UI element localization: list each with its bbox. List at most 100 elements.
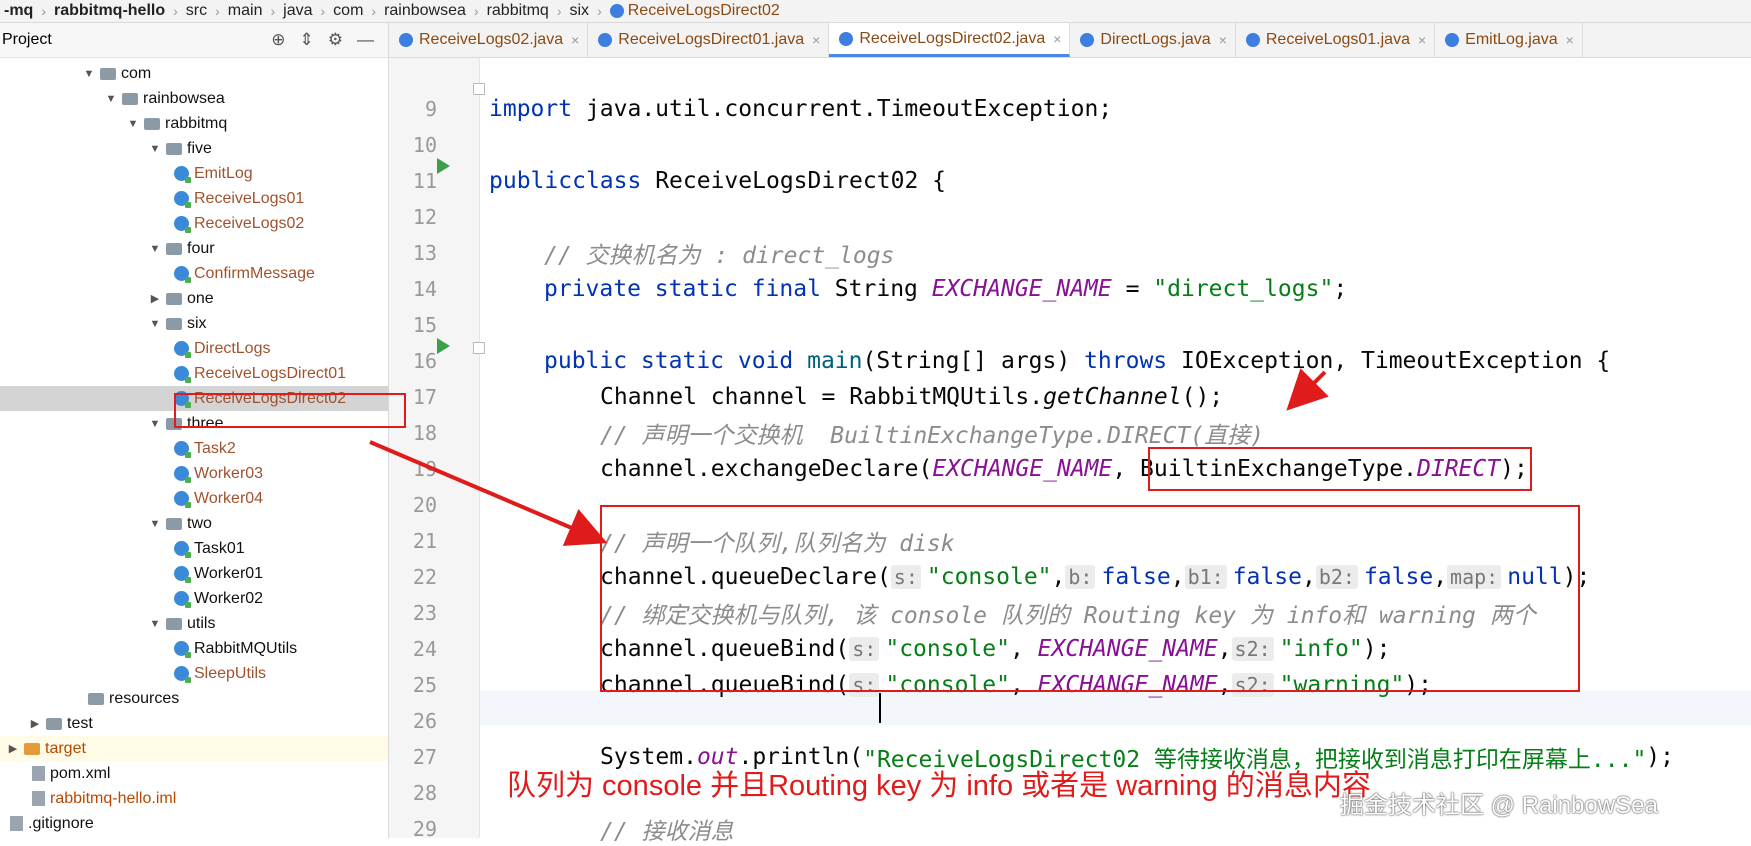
tree-folder[interactable]: ▼ two (0, 511, 388, 536)
tree-item[interactable]: DirectLogs (0, 336, 388, 361)
chevron-down-icon[interactable]: ▼ (148, 618, 162, 630)
tree-folder[interactable]: ▼ utils (0, 611, 388, 636)
tree-item-label: Worker04 (194, 489, 264, 507)
breadcrumb-item[interactable]: main (224, 2, 267, 20)
tree-item[interactable]: Task2 (0, 436, 388, 461)
java-class-icon (174, 466, 191, 483)
chevron-down-icon[interactable]: ▼ (82, 68, 96, 80)
tree-item[interactable]: Worker02 (0, 586, 388, 611)
tree-folder[interactable]: ▼ rainbowsea (0, 86, 388, 111)
code-line-16: public static void main (String[] args) t… (544, 348, 1611, 374)
code-editor[interactable]: 9 10 11 12 13 14 15 16 17 18 19 20 21 22 23 24 25 26 27 28 2… (389, 58, 1751, 845)
breadcrumb-item[interactable]: six (566, 2, 594, 20)
java-class-icon (174, 341, 191, 358)
chevron-right-icon: › (320, 3, 326, 19)
tree-item-label: two (187, 514, 212, 532)
close-icon[interactable]: × (571, 32, 579, 48)
fold-icon[interactable] (473, 342, 485, 354)
breadcrumb-item[interactable]: java (279, 2, 316, 20)
breadcrumb-item[interactable]: com (329, 2, 367, 20)
line-number: 29 (412, 817, 437, 841)
tree-item[interactable]: ReceiveLogsDirect01 (0, 361, 388, 386)
tab-emitlog[interactable]: EmitLog.java × (1435, 23, 1583, 57)
tree-folder[interactable]: ▶ test (0, 711, 388, 736)
tree-item-label: ConfirmMessage (194, 264, 315, 282)
run-icon[interactable] (437, 158, 450, 174)
fold-icon[interactable] (473, 83, 485, 95)
breadcrumb-item[interactable]: src (182, 2, 211, 20)
tree-folder[interactable]: resources (0, 686, 388, 711)
gear-icon[interactable]: ⚙ (328, 30, 343, 50)
chevron-down-icon[interactable]: ▼ (126, 118, 140, 130)
chevron-right-icon[interactable]: ▶ (28, 717, 42, 730)
close-icon[interactable]: × (1053, 31, 1061, 47)
folder-icon (24, 742, 40, 755)
locate-icon[interactable]: ⊕ (271, 30, 285, 50)
folder-icon (88, 692, 104, 705)
chevron-down-icon[interactable]: ▼ (148, 143, 162, 155)
chevron-down-icon[interactable]: ▼ (148, 318, 162, 330)
tab-receivelogsdirect02[interactable]: ReceiveLogsDirect02.java × (829, 23, 1071, 57)
tree-item[interactable]: .gitignore (0, 811, 388, 836)
chevron-right-icon: › (41, 3, 46, 19)
code-line-14: private static final String EXCHANGE_NAM… (544, 276, 1348, 302)
chevron-down-icon[interactable]: ▼ (148, 418, 162, 430)
tree-item[interactable]: ConfirmMessage (0, 261, 388, 286)
tab-label: ReceiveLogs01.java (1265, 31, 1410, 48)
tab-label: ReceiveLogsDirect02.java (859, 29, 1046, 47)
run-icon[interactable] (437, 338, 450, 354)
project-panel-title[interactable]: Project (0, 31, 52, 49)
chevron-right-icon[interactable]: ▶ (148, 292, 162, 305)
tab-label: ReceiveLogsDirect01.java (618, 31, 805, 48)
tab-directlogs[interactable]: DirectLogs.java × (1070, 23, 1236, 57)
tree-item[interactable]: ReceiveLogs02 (0, 211, 388, 236)
tree-folder[interactable]: ▼ com (0, 61, 388, 86)
close-icon[interactable]: × (1418, 32, 1426, 48)
tab-receivelogs02[interactable]: ReceiveLogs02.java × (389, 23, 589, 57)
breadcrumb-item[interactable]: rabbitmq (483, 2, 553, 20)
line-number: 15 (412, 313, 437, 337)
tree-item[interactable]: ReceiveLogs01 (0, 186, 388, 211)
tree-folder[interactable]: ▶ target (0, 736, 388, 761)
tree-item[interactable]: EmitLog (0, 161, 388, 186)
tree-item[interactable]: Task01 (0, 536, 388, 561)
breadcrumb-item-current[interactable]: ReceiveLogsDirect02 (606, 2, 784, 20)
close-icon[interactable]: × (1219, 32, 1227, 48)
tree-item[interactable]: SleepUtils (0, 661, 388, 686)
close-icon[interactable]: × (812, 32, 820, 48)
tab-receivelogs01[interactable]: ReceiveLogs01.java × (1236, 23, 1436, 57)
tab-receivelogsdirect01[interactable]: ReceiveLogsDirect01.java × (588, 23, 830, 57)
tree-folder[interactable]: ▼ four (0, 236, 388, 261)
minimize-icon[interactable]: — (357, 30, 374, 50)
tree-item[interactable]: Worker04 (0, 486, 388, 511)
folder-icon (122, 92, 138, 105)
chevron-down-icon[interactable]: ▼ (148, 518, 162, 530)
close-icon[interactable]: × (1566, 32, 1574, 48)
collapse-all-icon[interactable]: ⇕ (300, 30, 314, 50)
java-class-icon (174, 541, 191, 558)
chevron-down-icon[interactable]: ▼ (148, 243, 162, 255)
tree-item[interactable]: Worker03 (0, 461, 388, 486)
breadcrumb-item[interactable]: rabbitmq-hello (50, 2, 169, 20)
breadcrumb-item[interactable]: -mq (0, 2, 37, 20)
tree-item[interactable]: Worker01 (0, 561, 388, 586)
line-number: 23 (412, 601, 437, 625)
tree-item[interactable]: pom.xml (0, 761, 388, 786)
line-number: 26 (412, 709, 437, 733)
chevron-right-icon[interactable]: ▶ (6, 742, 20, 755)
tree-folder[interactable]: ▼ rabbitmq (0, 111, 388, 136)
tree-item[interactable]: rabbitmq-hello.iml (0, 786, 388, 811)
java-class-icon (839, 31, 854, 46)
chevron-down-icon[interactable]: ▼ (104, 93, 118, 105)
tree-item-label: EmitLog (194, 164, 253, 182)
tree-folder[interactable]: ▼ six (0, 311, 388, 336)
breadcrumb: -mq › rabbitmq-hello › src › main › java › co… (0, 0, 1751, 23)
breadcrumb-item[interactable]: rainbowsea (380, 2, 470, 20)
tree-folder[interactable]: ▶ one (0, 286, 388, 311)
line-number: 16 (412, 349, 437, 373)
folder-icon (166, 517, 182, 530)
tree-folder[interactable]: ▼ five (0, 136, 388, 161)
line-number: 14 (412, 277, 437, 301)
java-class-icon (609, 4, 624, 18)
tree-item[interactable]: RabbitMQUtils (0, 636, 388, 661)
